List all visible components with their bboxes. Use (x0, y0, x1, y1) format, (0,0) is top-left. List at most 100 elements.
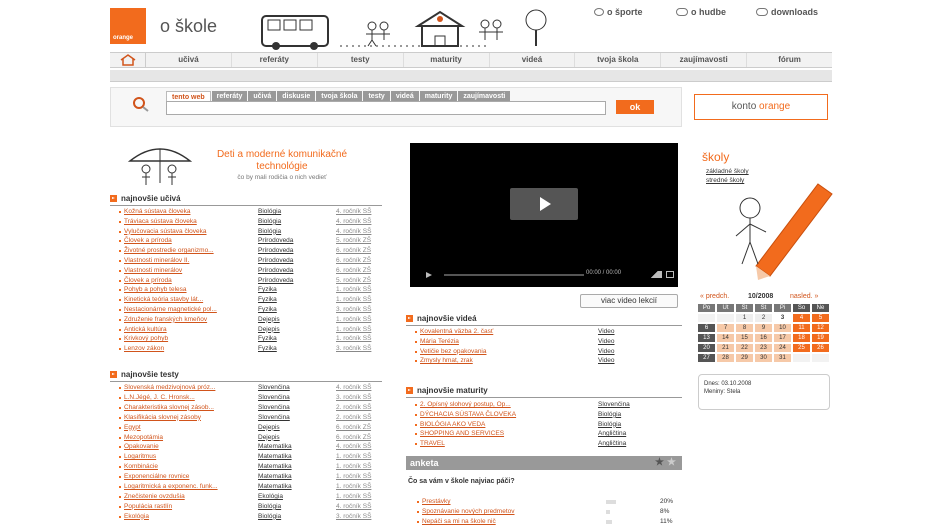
calendar-day[interactable]: 23 (755, 344, 772, 352)
item-subject-link[interactable]: Biológia (258, 207, 281, 217)
item-title-link[interactable]: Ekológia (124, 512, 258, 522)
item-subject-link[interactable]: Matematika (258, 472, 292, 482)
item-title-link[interactable]: Pohyb a pohyb telesa (124, 285, 258, 295)
item-title-link[interactable]: DÝCHACIA SÚSTAVA ČLOVEKA (420, 410, 554, 420)
item-subject-link[interactable]: Biológia (258, 217, 281, 227)
item-title-link[interactable]: Logaritmická a exponenc. funk... (124, 482, 258, 492)
item-title-link[interactable]: BIOLÓGIA AKO VEDA (420, 420, 554, 430)
site-title[interactable]: o škole (160, 16, 217, 37)
poll-option-link[interactable]: Spoznávanie nových predmetov (422, 507, 556, 517)
calendar-day[interactable]: 18 (793, 334, 810, 342)
nav-zaujimavosti[interactable]: zaujímavosti (661, 53, 748, 67)
link-downloads[interactable]: downloads (756, 7, 818, 17)
item-subject-link[interactable]: Dejepis (258, 315, 280, 325)
calendar-day[interactable]: 11 (793, 324, 810, 332)
search-tab-zaujimavosti[interactable]: zaujímavosti (458, 91, 511, 101)
calendar-day[interactable]: 27 (698, 354, 715, 362)
item-grade-link[interactable]: 1. ročník SŠ (336, 325, 371, 335)
item-title-link[interactable]: TRAVEL (420, 439, 554, 449)
item-title-link[interactable]: Vlastnosti minerálov (124, 266, 258, 276)
item-subject-link[interactable]: Fyzika (258, 334, 277, 344)
item-subject-link[interactable]: Biológia (598, 410, 621, 420)
calendar-day[interactable]: 24 (774, 344, 791, 352)
item-title-link[interactable]: Tráviaca sústava človeka (124, 217, 258, 227)
calendar-day[interactable]: 2 (755, 314, 772, 322)
item-subject-link[interactable]: Slovenčina (598, 400, 630, 410)
item-title-link[interactable]: Vylučovacia sústava človeka (124, 227, 258, 237)
play-button[interactable] (510, 188, 578, 220)
search-tab-diskusie[interactable]: diskusie (277, 91, 316, 101)
item-title-link[interactable]: Človek a príroda (124, 276, 258, 286)
calendar-day[interactable]: 16 (755, 334, 772, 342)
item-grade-link[interactable]: 1. ročník SŠ (336, 334, 371, 344)
play-icon[interactable] (426, 272, 432, 278)
volume-icon[interactable] (646, 271, 662, 278)
search-tab-videa[interactable]: videá (390, 91, 419, 101)
calendar-day[interactable]: 10 (774, 324, 791, 332)
item-title-link[interactable]: Zmysly hmat, zrak (420, 356, 554, 366)
item-title-link[interactable]: Slovenská medzivojnová próz... (124, 383, 258, 393)
item-subject-link[interactable]: Fyzika (258, 305, 277, 315)
nav-testy[interactable]: testy (318, 53, 404, 67)
item-title-link[interactable]: Lenzov zákon (124, 344, 258, 354)
calendar-day[interactable]: 30 (755, 354, 772, 362)
item-grade-link[interactable]: 3. ročník SŠ (336, 512, 371, 522)
calendar-next[interactable]: nasled. » (790, 293, 818, 300)
item-title-link[interactable]: Mezopotámia (124, 433, 258, 443)
item-title-link[interactable]: SHOPPING AND SERVICES (420, 429, 554, 439)
item-title-link[interactable]: Charakteristika slovnej zásob... (124, 403, 258, 413)
item-subject-link[interactable]: Video (598, 327, 615, 337)
poll-option-link[interactable]: Prestávky (422, 497, 556, 507)
search-tab-tento-web[interactable]: tento web (166, 91, 211, 101)
konto-orange-button[interactable]: konto orange (694, 94, 828, 120)
calendar-day[interactable]: 15 (736, 334, 753, 342)
calendar-day[interactable]: 20 (698, 344, 715, 352)
item-subject-link[interactable]: Prírodoveda (258, 266, 293, 276)
item-subject-link[interactable]: Biológia (258, 512, 281, 522)
item-grade-link[interactable]: 4. ročník SŠ (336, 383, 371, 393)
calendar-day[interactable]: 22 (736, 344, 753, 352)
calendar-day[interactable]: 1 (736, 314, 753, 322)
item-subject-link[interactable]: Slovenčina (258, 393, 290, 403)
search-ok-button[interactable]: ok (616, 100, 654, 114)
nav-forum[interactable]: fórum (747, 53, 832, 67)
item-grade-link[interactable]: 1. ročník SŠ (336, 295, 371, 305)
item-grade-link[interactable]: 3. ročník SŠ (336, 344, 371, 354)
calendar-day[interactable]: 3 (774, 314, 791, 322)
item-subject-link[interactable]: Biológia (598, 420, 621, 430)
item-grade-link[interactable]: 5. ročník ZŠ (336, 276, 371, 286)
item-grade-link[interactable]: 3. ročník SŠ (336, 393, 371, 403)
item-grade-link[interactable]: 1. ročník SŠ (336, 285, 371, 295)
item-subject-link[interactable]: Biológia (258, 227, 281, 237)
item-subject-link[interactable]: Matematika (258, 452, 292, 462)
item-subject-link[interactable]: Matematika (258, 482, 292, 492)
item-subject-link[interactable]: Prírodoveda (258, 236, 293, 246)
item-grade-link[interactable]: 1. ročník SŠ (336, 452, 371, 462)
item-subject-link[interactable]: Fyzika (258, 295, 277, 305)
calendar-day[interactable]: 26 (812, 344, 829, 352)
search-input[interactable] (166, 101, 606, 115)
item-grade-link[interactable]: 5. ročník ZŠ (336, 236, 371, 246)
item-title-link[interactable]: Egypt (124, 423, 258, 433)
item-subject-link[interactable]: Slovenčina (258, 413, 290, 423)
item-grade-link[interactable]: 1. ročník SŠ (336, 462, 371, 472)
item-title-link[interactable]: Kombinácie (124, 462, 258, 472)
calendar-day[interactable]: 7 (717, 324, 734, 332)
calendar-day[interactable]: 13 (698, 334, 715, 342)
item-grade-link[interactable]: 6. ročník ZŠ (336, 423, 371, 433)
calendar-day[interactable]: 12 (812, 324, 829, 332)
item-subject-link[interactable]: Matematika (258, 442, 292, 452)
item-subject-link[interactable]: Prírodoveda (258, 276, 293, 286)
item-grade-link[interactable]: 4. ročník SŠ (336, 227, 371, 237)
home-button[interactable] (110, 53, 146, 67)
nav-tvoja-skola[interactable]: tvoja škola (575, 53, 662, 67)
umbrella-family-illustration[interactable] (124, 143, 196, 191)
item-subject-link[interactable]: Angličtina (598, 439, 626, 449)
poll-option-link[interactable]: Nepáči sa mi na škole nič (422, 517, 556, 527)
item-title-link[interactable]: Exponenciálne rovnice (124, 472, 258, 482)
orange-logo[interactable]: orange (110, 8, 146, 44)
item-title-link[interactable]: Krivkový pohyb (124, 334, 258, 344)
calendar-day[interactable]: 29 (736, 354, 753, 362)
calendar-day[interactable]: 5 (812, 314, 829, 322)
item-subject-link[interactable]: Dejepis (258, 433, 280, 443)
